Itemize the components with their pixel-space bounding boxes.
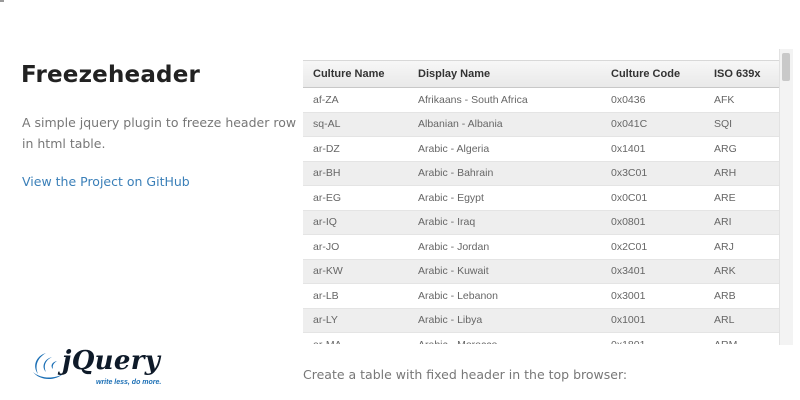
cell-iso-639x: AFK bbox=[704, 87, 779, 113]
cell-culture-code: 0x0801 bbox=[601, 210, 704, 235]
jquery-logo: jQuery write less, do more. bbox=[30, 346, 190, 392]
page-title: Freezeheader bbox=[21, 62, 201, 88]
column-header-culture-code: Culture Code bbox=[601, 61, 704, 88]
scrollbar-thumb[interactable] bbox=[782, 53, 790, 81]
table-row: ar-DZ Arabic - Algeria 0x1401 ARG bbox=[303, 136, 779, 162]
cell-iso-639x: ARI bbox=[704, 210, 779, 235]
cell-iso-639x: ARL bbox=[704, 308, 779, 333]
cell-display-name: Arabic - Lebanon bbox=[408, 283, 601, 309]
cell-culture-name: ar-EG bbox=[303, 185, 408, 211]
cell-culture-code: 0x1401 bbox=[601, 136, 704, 162]
table-row: ar-LY Arabic - Libya 0x1001 ARL bbox=[303, 308, 779, 333]
column-header-culture-name: Culture Name bbox=[303, 61, 408, 88]
column-header-iso-639x: ISO 639x bbox=[704, 61, 779, 88]
cell-culture-name: ar-MA bbox=[303, 332, 408, 344]
cell-display-name: Arabic - Kuwait bbox=[408, 259, 601, 284]
cell-culture-name: sq-AL bbox=[303, 112, 408, 137]
jquery-tagline: write less, do more. bbox=[96, 379, 162, 386]
cell-culture-name: ar-IQ bbox=[303, 210, 408, 235]
cell-culture-name: af-ZA bbox=[303, 87, 408, 113]
cell-display-name: Arabic - Morocco bbox=[408, 332, 601, 344]
column-header-display-name: Display Name bbox=[408, 61, 601, 88]
corner-mark bbox=[0, 0, 4, 2]
table-row: sq-AL Albanian - Albania 0x041C SQI bbox=[303, 112, 779, 137]
cell-display-name: Arabic - Egypt bbox=[408, 185, 601, 211]
cell-culture-name: ar-BH bbox=[303, 161, 408, 186]
cell-iso-639x: ARB bbox=[704, 283, 779, 309]
table-row: ar-MA Arabic - Morocco 0x1801 ARM bbox=[303, 332, 779, 344]
cell-iso-639x: ARM bbox=[704, 332, 779, 344]
cell-display-name: Afrikaans - South Africa bbox=[408, 87, 601, 113]
github-project-link[interactable]: View the Project on GitHub bbox=[22, 174, 190, 189]
cell-display-name: Arabic - Bahrain bbox=[408, 161, 601, 186]
cell-iso-639x: ARK bbox=[704, 259, 779, 284]
cell-display-name: Albanian - Albania bbox=[408, 112, 601, 137]
cell-iso-639x: ARH bbox=[704, 161, 779, 186]
cell-iso-639x: SQI bbox=[704, 112, 779, 137]
cell-display-name: Arabic - Iraq bbox=[408, 210, 601, 235]
table-scrollbar[interactable] bbox=[779, 49, 793, 345]
table-row: ar-JO Arabic - Jordan 0x2C01 ARJ bbox=[303, 234, 779, 260]
table-row: ar-EG Arabic - Egypt 0x0C01 ARE bbox=[303, 185, 779, 211]
frozen-header-table-panel: Culture Name Display Name Culture Code I… bbox=[303, 60, 779, 344]
cell-display-name: Arabic - Algeria bbox=[408, 136, 601, 162]
page: Freezeheader A simple jquery plugin to f… bbox=[0, 0, 800, 400]
table-header-row: Culture Name Display Name Culture Code I… bbox=[303, 61, 779, 88]
cell-culture-code: 0x3001 bbox=[601, 283, 704, 309]
cell-culture-name: ar-DZ bbox=[303, 136, 408, 162]
table-row: ar-BH Arabic - Bahrain 0x3C01 ARH bbox=[303, 161, 779, 186]
cell-iso-639x: ARJ bbox=[704, 234, 779, 260]
page-description: A simple jquery plugin to freeze header … bbox=[22, 115, 297, 151]
cell-culture-name: ar-KW bbox=[303, 259, 408, 284]
jquery-wordmark: jQuery bbox=[62, 346, 161, 376]
table-row: ar-KW Arabic - Kuwait 0x3401 ARK bbox=[303, 259, 779, 284]
section-caption: Create a table with fixed header in the … bbox=[303, 367, 628, 382]
cell-culture-name: ar-JO bbox=[303, 234, 408, 260]
culture-table: Culture Name Display Name Culture Code I… bbox=[303, 61, 779, 344]
jquery-swoosh-icon bbox=[33, 353, 63, 380]
cell-culture-code: 0x3C01 bbox=[601, 161, 704, 186]
table-row: ar-LB Arabic - Lebanon 0x3001 ARB bbox=[303, 283, 779, 309]
cell-culture-code: 0x0C01 bbox=[601, 185, 704, 211]
cell-iso-639x: ARE bbox=[704, 185, 779, 211]
cell-culture-code: 0x3401 bbox=[601, 259, 704, 284]
cell-display-name: Arabic - Jordan bbox=[408, 234, 601, 260]
cell-culture-code: 0x041C bbox=[601, 112, 704, 137]
cell-culture-code: 0x2C01 bbox=[601, 234, 704, 260]
cell-display-name: Arabic - Libya bbox=[408, 308, 601, 333]
cell-iso-639x: ARG bbox=[704, 136, 779, 162]
cell-culture-code: 0x1001 bbox=[601, 308, 704, 333]
cell-culture-name: ar-LB bbox=[303, 283, 408, 309]
table-row: ar-IQ Arabic - Iraq 0x0801 ARI bbox=[303, 210, 779, 235]
cell-culture-code: 0x0436 bbox=[601, 87, 704, 113]
cell-culture-name: ar-LY bbox=[303, 308, 408, 333]
cell-culture-code: 0x1801 bbox=[601, 332, 704, 344]
table-row: af-ZA Afrikaans - South Africa 0x0436 AF… bbox=[303, 87, 779, 113]
